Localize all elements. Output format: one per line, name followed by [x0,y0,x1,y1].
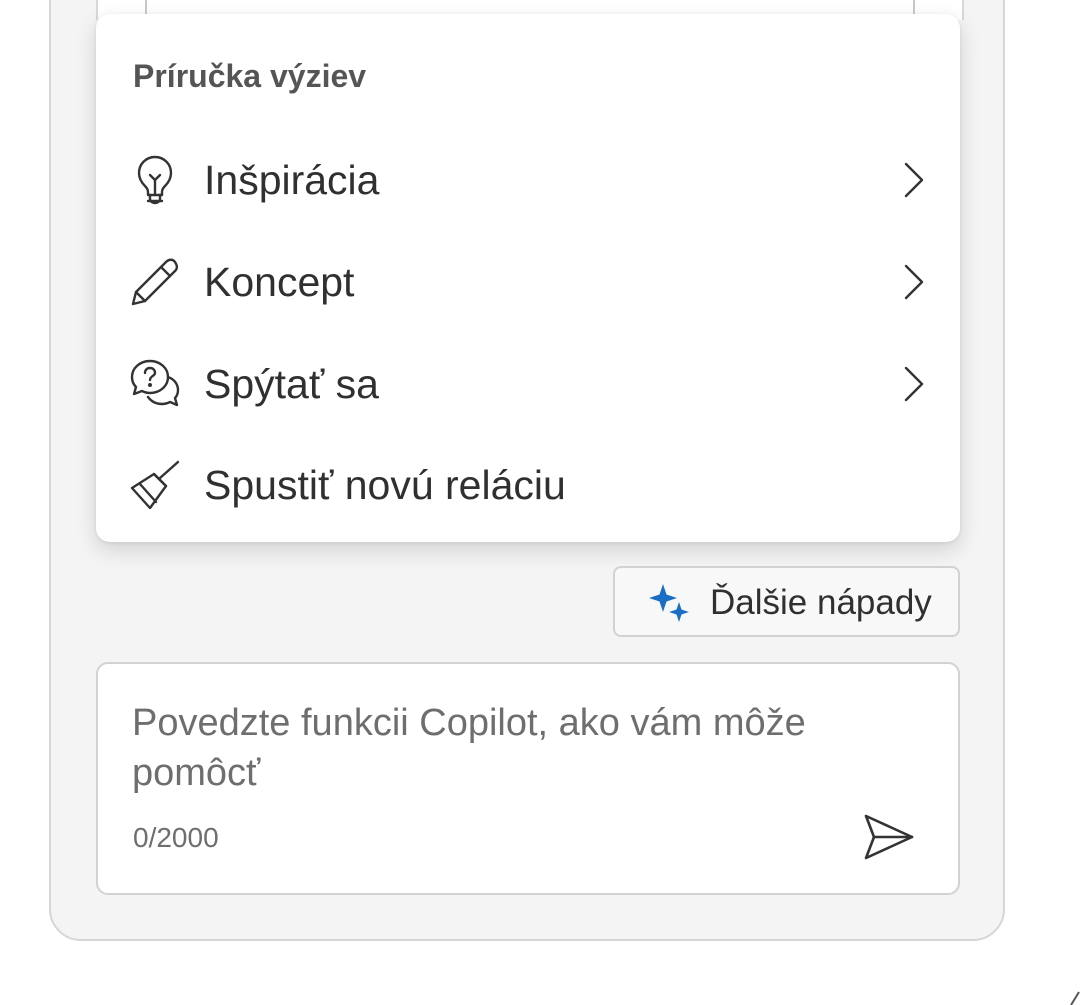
chevron-right-icon [896,364,928,404]
prompt-guide-menu: Príručka výziev Inšpirácia Koncept Spýta… [96,14,960,542]
send-icon [864,814,914,860]
chevron-right-icon [896,262,928,302]
question-chat-icon [128,357,182,411]
broom-icon [128,458,182,512]
character-counter: 0/2000 [133,822,219,853]
resize-corner-icon [1068,990,1080,1005]
menu-item-label: Koncept [204,259,355,305]
copilot-pane: Príručka výziev Inšpirácia Koncept Spýta… [0,0,1080,1005]
lightbulb-icon [128,153,182,207]
menu-item-label: Spýtať sa [204,361,379,407]
menu-heading: Príručka výziev [133,58,367,94]
more-ideas-label: Ďalšie nápady [710,583,932,622]
send-button[interactable] [856,804,922,870]
menu-item-label: Spustiť novú reláciu [204,462,566,508]
pencil-icon [128,255,182,309]
menu-item-new-session[interactable]: Spustiť novú reláciu [96,440,960,530]
prompt-input[interactable] [132,698,892,808]
menu-item-inspiration[interactable]: Inšpirácia [96,135,960,225]
menu-item-draft[interactable]: Koncept [96,237,960,327]
more-ideas-button[interactable]: Ďalšie nápady [613,566,960,637]
sparkle-icon [647,582,691,622]
menu-item-ask[interactable]: Spýtať sa [96,339,960,429]
menu-item-label: Inšpirácia [204,157,380,203]
prompt-composer: 0/2000 [96,662,960,895]
chevron-right-icon [896,160,928,200]
